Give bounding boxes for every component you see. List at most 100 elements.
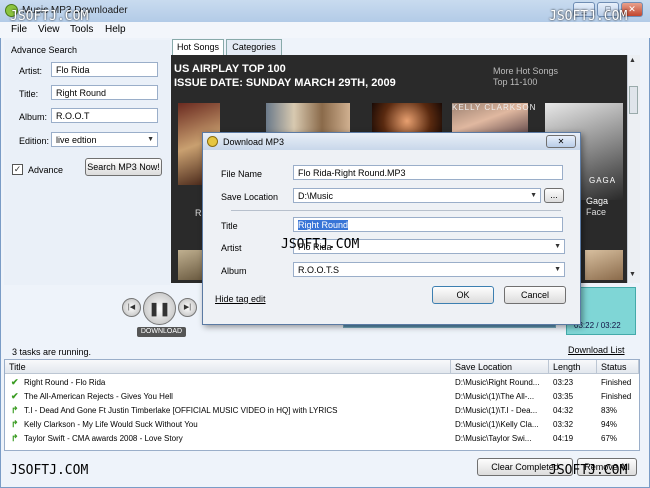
download-arrow-icon: ↱: [11, 433, 19, 443]
table-row[interactable]: ↱ T.I - Dead And Gone Ft Justin Timberla…: [5, 404, 639, 418]
dialog-close-button[interactable]: ✕: [546, 135, 576, 148]
row-status: Finished: [601, 378, 632, 387]
browse-button[interactable]: ...: [544, 188, 564, 203]
row-status: 94%: [601, 420, 618, 429]
hide-tag-edit-link[interactable]: Hide tag edit: [215, 294, 266, 304]
search-mp3-button[interactable]: Search MP3 Now!: [85, 158, 162, 176]
artist-label: Artist: [221, 243, 242, 253]
download-list-link[interactable]: Download List: [568, 345, 625, 355]
gaga-song-name: Face: [586, 207, 607, 217]
check-icon: ✔: [11, 391, 19, 401]
row-length: 04:19: [553, 434, 574, 443]
file-name-input[interactable]: Flo Rida-Right Round.MP3: [293, 165, 563, 180]
row-length: 03:23: [553, 378, 574, 387]
table-row[interactable]: ✔ The All-American Rejects - Gives You H…: [5, 390, 639, 404]
scroll-down-icon[interactable]: ▼: [629, 271, 636, 278]
gaga-artist-name: Gaga: [586, 196, 609, 206]
menu-view[interactable]: View: [38, 24, 60, 35]
ok-button[interactable]: OK: [432, 286, 494, 304]
title-input[interactable]: Right Round: [51, 85, 158, 100]
edition-select[interactable]: live edtion ▼: [51, 132, 158, 147]
watermark-bottom-left: JSOFTJ.COM: [10, 463, 89, 478]
save-location-select[interactable]: D:\Music ▼: [293, 188, 541, 203]
album-value: R.O.O.T.S: [298, 265, 340, 275]
more-hot-songs-link[interactable]: More Hot Songs: [493, 66, 558, 76]
next-icon[interactable]: ▶|: [178, 298, 197, 317]
check-icon: ✔: [11, 377, 19, 387]
album-cover-6[interactable]: [178, 250, 202, 280]
album-cover-3[interactable]: [372, 103, 442, 133]
watermark-top-left: JSOFTJ.COM: [10, 9, 89, 24]
edition-value: live edtion: [56, 135, 97, 145]
title-label: Title: [221, 221, 238, 231]
album-cover-7[interactable]: [585, 250, 623, 280]
edition-label: Edition:: [19, 136, 50, 146]
row-length: 03:32: [553, 420, 574, 429]
download-arrow-icon: ↱: [11, 419, 19, 429]
row-location: D:\Music\(1)\The All-...: [455, 392, 535, 401]
table-row[interactable]: ↱ Taylor Swift - CMA awards 2008 - Love …: [5, 432, 639, 446]
row-title: T.I - Dead And Gone Ft Justin Timberlake…: [24, 406, 338, 415]
album-cover-2[interactable]: [266, 103, 350, 133]
menu-bar: [0, 22, 650, 38]
playback-time: 03:22 / 03:22: [574, 321, 621, 330]
album-label: Album:: [19, 112, 48, 122]
tasks-running-text: 3 tasks are running.: [12, 347, 92, 357]
menu-file[interactable]: File: [11, 24, 27, 35]
column-header-length[interactable]: Length: [549, 360, 597, 374]
chart-title: US AIRPLAY TOP 100: [174, 63, 286, 75]
kelly-clarkson-caption: KELLY CLARKSON: [452, 103, 537, 112]
advance-search-heading: Advance Search: [11, 45, 78, 55]
gaga-cover-text: GAGA: [589, 176, 617, 185]
top-11-100-link[interactable]: Top 11-100: [493, 77, 537, 87]
table-row[interactable]: ✔ Right Round - Flo Rida D:\Music\Right …: [5, 376, 639, 390]
tab-hot-songs[interactable]: Hot Songs: [172, 39, 224, 55]
album-label: Album: [221, 266, 247, 276]
advance-label: Advance: [28, 165, 64, 175]
row-location: D:\Music\(1)\T.I - Dea...: [455, 406, 538, 415]
pause-icon[interactable]: ❚❚: [143, 292, 176, 325]
album-select[interactable]: R.O.O.T.S ▼: [293, 262, 565, 277]
row-length: 04:32: [553, 406, 574, 415]
artist-label: Artist:: [19, 66, 43, 76]
download-label: DOWNLOAD: [137, 327, 186, 337]
menu-help[interactable]: Help: [105, 24, 126, 35]
scroll-thumb[interactable]: [629, 86, 638, 114]
row-location: D:\Music\Right Round...: [455, 378, 540, 387]
tab-categories[interactable]: Categories: [226, 39, 282, 55]
download-mp3-dialog: Download MP3 ✕ File Name Flo Rida-Right …: [202, 132, 581, 325]
chevron-down-icon: ▼: [554, 243, 561, 250]
dialog-divider: [231, 210, 561, 211]
artist-input[interactable]: Flo Rida: [51, 62, 158, 77]
row-status: 67%: [601, 434, 618, 443]
row-title: Right Round - Flo Rida: [24, 378, 106, 387]
watermark-top-right: JSOFTJ.COM: [549, 9, 628, 24]
advance-checkbox[interactable]: ✓: [12, 164, 23, 175]
row-title: Kelly Clarkson - My Life Would Suck With…: [24, 420, 198, 429]
column-header-title[interactable]: Title: [5, 360, 451, 374]
column-header-save-location[interactable]: Save Location: [451, 360, 549, 374]
menu-tools[interactable]: Tools: [70, 24, 93, 35]
download-table: Title Save Location Length Status ✔ Righ…: [4, 359, 640, 451]
column-header-status[interactable]: Status: [597, 360, 639, 374]
row-title: Taylor Swift - CMA awards 2008 - Love St…: [24, 434, 183, 443]
watermark-center: JSOFTJ.COM: [281, 237, 360, 252]
row-location: D:\Music\Taylor Swi...: [455, 434, 532, 443]
cancel-button[interactable]: Cancel: [504, 286, 566, 304]
album-input[interactable]: R.O.O.T: [51, 108, 158, 123]
table-row[interactable]: ↱ Kelly Clarkson - My Life Would Suck Wi…: [5, 418, 639, 432]
previous-icon[interactable]: |◀: [122, 298, 141, 317]
download-arrow-icon: ↱: [11, 405, 19, 415]
row-length: 03:35: [553, 392, 574, 401]
row-title: The All-American Rejects - Gives You Hel…: [24, 392, 173, 401]
title-input[interactable]: Right Round: [293, 217, 563, 232]
dialog-title: Download MP3: [223, 137, 285, 147]
title-value: Right Round: [298, 220, 349, 230]
scroll-up-icon[interactable]: ▲: [629, 57, 636, 64]
file-name-label: File Name: [221, 169, 263, 179]
issue-date: ISSUE DATE: SUNDAY MARCH 29TH, 2009: [174, 77, 396, 89]
chevron-down-icon: ▼: [554, 266, 561, 273]
row-status: Finished: [601, 392, 632, 401]
row-status: 83%: [601, 406, 618, 415]
dialog-app-icon: [207, 136, 218, 147]
